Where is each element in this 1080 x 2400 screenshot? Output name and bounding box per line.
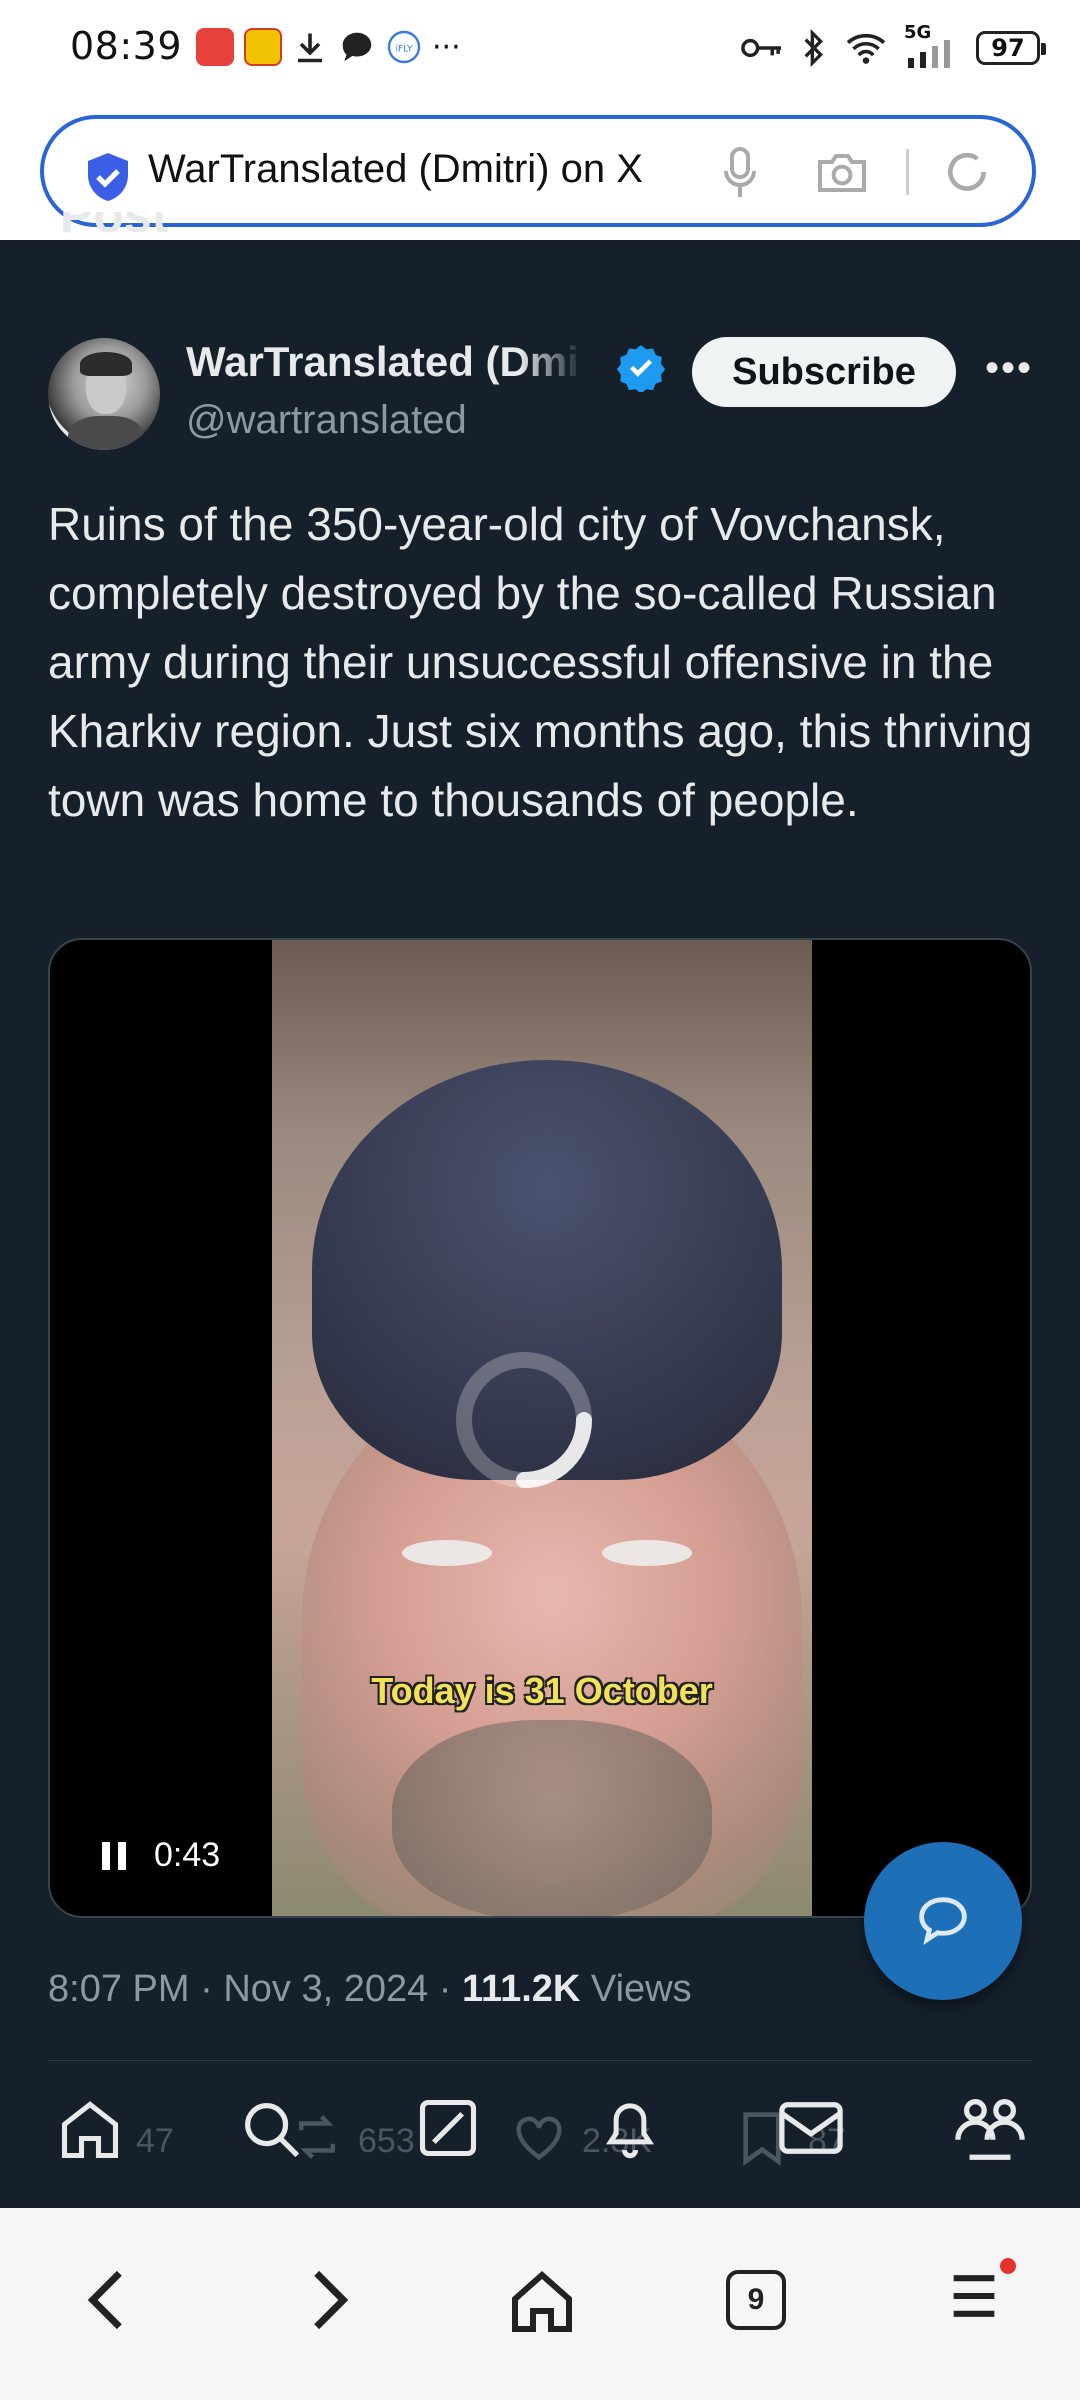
chat-bubble-icon (919, 1897, 967, 1946)
subscribe-button[interactable]: Subscribe (692, 337, 956, 407)
x-bottom-nav: 47 653 2.3K 87 (0, 2062, 1080, 2208)
address-divider (906, 149, 909, 195)
wifi-icon (846, 33, 886, 64)
search-icon[interactable] (236, 2094, 306, 2164)
tab-switcher-button[interactable]: 9 (726, 2270, 786, 2330)
shield-check-icon (88, 153, 128, 201)
chat-bubble-icon (342, 32, 372, 62)
home-icon[interactable] (56, 2096, 124, 2164)
back-arrow-icon[interactable] (84, 2268, 128, 2332)
notifications-bell-icon[interactable] (596, 2092, 664, 2164)
video-player[interactable]: Today is 31 October 0:43 (48, 938, 1032, 1918)
like-icon[interactable] (512, 2112, 566, 2162)
signal-indicator: 5G (904, 22, 960, 68)
messages-envelope-icon[interactable] (776, 2096, 846, 2160)
post-date[interactable]: Nov 3, 2024 (223, 1968, 428, 2010)
post-time[interactable]: 8:07 PM (48, 1968, 190, 2010)
address-text[interactable]: WarTranslated (Dmitri) on X (148, 147, 708, 192)
weibo-icon (244, 28, 282, 66)
name-fade (520, 338, 610, 398)
reply-fab-button[interactable] (864, 1842, 1022, 2000)
post-header-title: Post (60, 212, 169, 240)
avatar[interactable] (48, 338, 160, 450)
display-name[interactable]: WarTranslated (Dmitri) (186, 338, 576, 386)
ifly-icon: iFLY (387, 30, 421, 64)
menu-notification-dot (1000, 2258, 1016, 2274)
shopping-app-icon (196, 28, 234, 66)
reply-count: 47 (136, 2122, 174, 2160)
battery-indicator: 97 (976, 31, 1046, 65)
status-bar: 08:39 iFLY ··· 5G 97 (0, 0, 1080, 105)
video-elapsed-time: 0:43 (154, 1836, 221, 1874)
tweet-text: Ruins of the 350-year-old city of Vovcha… (48, 498, 1033, 826)
views-label: Views (590, 1968, 692, 2010)
bluetooth-icon (804, 28, 824, 68)
more-notifications-icon: ··· (432, 29, 461, 65)
views-count: 111.2K (462, 1968, 581, 2010)
verified-badge-icon (616, 345, 666, 392)
download-icon (298, 33, 322, 63)
video-subtitle: Today is 31 October (371, 1670, 713, 1711)
refresh-icon[interactable] (942, 147, 992, 197)
key-icon (741, 38, 782, 58)
more-options-icon[interactable]: ••• (985, 348, 1033, 388)
status-time: 08:39 (70, 24, 183, 68)
user-handle[interactable]: @wartranslated (186, 398, 467, 443)
notification-icons: iFLY ··· (196, 28, 461, 66)
svg-text:iFLY: iFLY (396, 45, 413, 55)
repost-count: 653 (358, 2122, 415, 2160)
grok-icon[interactable] (414, 2094, 482, 2162)
camera-icon[interactable] (816, 149, 868, 195)
post-meta: 8:07 PM · Nov 3, 2024 · 111.2K Views (48, 1968, 692, 2010)
menu-icon[interactable] (948, 2268, 1000, 2324)
communities-icon[interactable] (952, 2092, 1028, 2164)
meta-divider (48, 2060, 1032, 2061)
forward-arrow-icon[interactable] (308, 2268, 352, 2332)
microphone-icon[interactable] (720, 145, 760, 201)
browser-home-icon[interactable] (506, 2268, 578, 2336)
address-bar[interactable]: WarTranslated (Dmitri) on X (40, 115, 1036, 227)
loading-spinner (456, 1352, 592, 1488)
pause-icon[interactable] (100, 1840, 128, 1872)
